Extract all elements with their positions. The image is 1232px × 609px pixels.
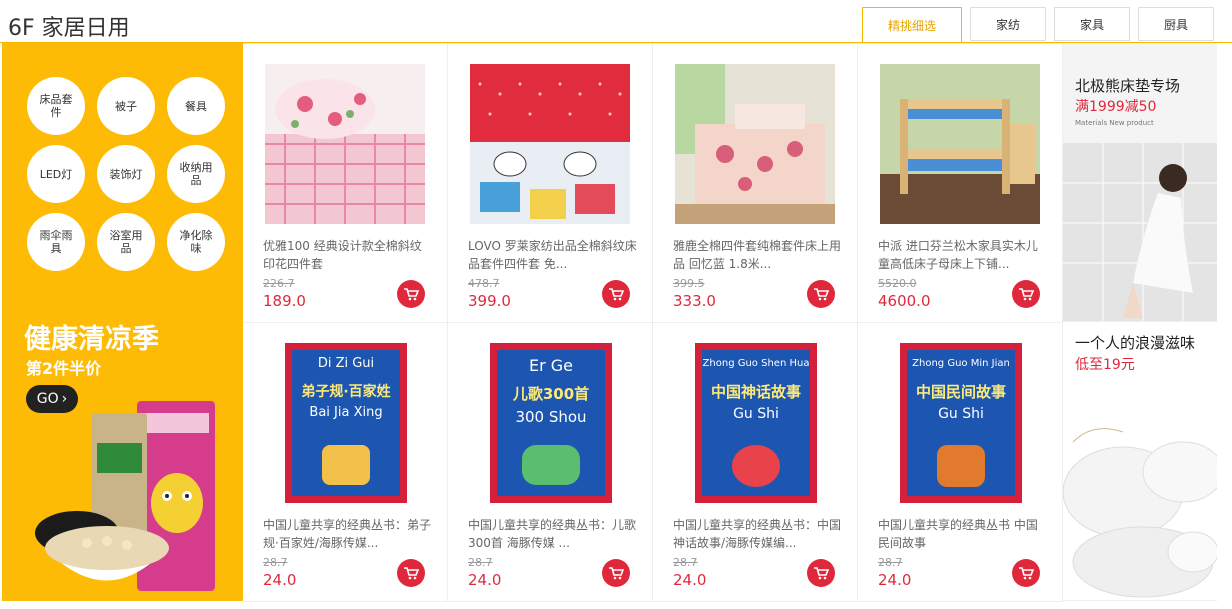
category-decor-lights[interactable]: 装饰灯 [97, 145, 155, 203]
product-card[interactable]: 优雅100 经典设计款全棉斜纹印花四件套 226.7 189.0 [243, 44, 448, 323]
product-description[interactable]: 中派 进口芬兰松木家具实木儿童高低床子母床上下铺... [878, 237, 1048, 273]
product-description[interactable]: 中国儿童共享的经典丛书：儿歌300首 海豚传媒 ... [468, 516, 638, 552]
tableware-image [1063, 428, 1217, 598]
product-card[interactable]: LOVO 罗莱家纺出品全棉斜纹床品套件四件套 免... 478.7 399.0 [448, 44, 653, 323]
original-price: 5520.0 [878, 277, 917, 290]
category-tableware[interactable]: 餐具 [167, 77, 225, 135]
book-title: 弟子规·百家姓 [301, 384, 391, 400]
right-ad-column: 北极熊床垫专场 满1999减50 Materials New product 一… [1063, 43, 1217, 601]
left-promo-panel: 床品套件 被子 餐具 LED灯 装饰灯 收纳用品 雨伞雨具 浴室用品 净化除味 … [2, 43, 243, 601]
floor-title: 6F 家居日用 [8, 16, 130, 41]
sale-price: 333.0 [673, 292, 716, 310]
promo-title: 健康清凉季 [24, 324, 159, 355]
category-storage[interactable]: 收纳用品 [167, 145, 225, 203]
cart-icon[interactable] [602, 280, 630, 308]
cart-icon[interactable] [602, 559, 630, 587]
category-umbrellas[interactable]: 雨伞雨具 [27, 213, 85, 271]
sale-price: 189.0 [263, 292, 306, 310]
bedding-floral-image [265, 64, 425, 224]
sale-price: 24.0 [673, 571, 707, 589]
ad-discount: 满1999减50 [1075, 99, 1157, 115]
product-description[interactable]: 中国儿童共享的经典丛书：弟子规·百家姓/海豚传媒... [263, 516, 433, 552]
book-illustration [732, 445, 780, 487]
category-tabs: 精挑细选 家纺 家具 厨具 [862, 7, 1214, 43]
cart-icon[interactable] [397, 280, 425, 308]
tab-kitchenware[interactable]: 厨具 [1138, 7, 1214, 41]
book-cover[interactable]: Di Zi Gui 弟子规·百家姓 Bai Jia Xing [285, 343, 407, 503]
product-image[interactable] [675, 64, 835, 224]
category-purifying[interactable]: 净化除味 [167, 213, 225, 271]
book-pinyin-top: Di Zi Gui [317, 356, 375, 371]
original-price: 399.5 [673, 277, 705, 290]
book-pinyin-bottom: 300 Shou [515, 408, 587, 426]
category-quilts[interactable]: 被子 [97, 77, 155, 135]
cart-icon[interactable] [397, 559, 425, 587]
ad-discount: 低至19元 [1075, 357, 1135, 373]
cart-icon[interactable] [807, 280, 835, 308]
book-title: 儿歌300首 [512, 385, 590, 403]
book-cover[interactable]: Er Ge 儿歌300首 300 Shou [490, 343, 612, 503]
book-pinyin-bottom: Gu Shi [938, 406, 984, 422]
book-pinyin-bottom: Gu Shi [733, 406, 779, 422]
grain-products-image[interactable] [27, 383, 227, 601]
cart-icon[interactable] [1012, 280, 1040, 308]
original-price: 28.7 [673, 556, 698, 569]
original-price: 28.7 [878, 556, 903, 569]
tab-furniture[interactable]: 家具 [1054, 7, 1130, 41]
book-pinyin-top: Er Ge [528, 356, 573, 375]
sale-price: 24.0 [878, 571, 912, 589]
sale-price: 399.0 [468, 292, 511, 310]
product-grid: 优雅100 经典设计款全棉斜纹印花四件套 226.7 189.0 LOVO 罗莱… [243, 43, 1063, 602]
product-card[interactable]: Zhong Guo Min Jian 中国民间故事 Gu Shi 中国儿童共享的… [858, 323, 1063, 602]
product-card[interactable]: Er Ge 儿歌300首 300 Shou 中国儿童共享的经典丛书：儿歌300首… [448, 323, 653, 602]
book-illustration [522, 445, 580, 485]
product-card[interactable]: 雅鹿全棉四件套纯棉套件床上用品 回忆蓝 1.8米... 399.5 333.0 [653, 44, 858, 323]
cart-icon[interactable] [1012, 559, 1040, 587]
ad-title: 北极熊床垫专场 [1075, 77, 1181, 95]
ad-mattress[interactable]: 北极熊床垫专场 满1999减50 Materials New product [1063, 43, 1217, 322]
product-card[interactable]: Di Zi Gui 弟子规·百家姓 Bai Jia Xing 中国儿童共享的经典… [243, 323, 448, 602]
product-image[interactable] [880, 64, 1040, 224]
product-description[interactable]: 中国儿童共享的经典丛书：中国神话故事/海豚传媒编... [673, 516, 843, 552]
category-links: 床品套件 被子 餐具 LED灯 装饰灯 收纳用品 雨伞雨具 浴室用品 净化除味 [27, 77, 227, 271]
original-price: 226.7 [263, 277, 295, 290]
product-description[interactable]: 中国儿童共享的经典丛书 中国民间故事 [878, 516, 1048, 552]
ad-note: Materials New product [1075, 119, 1154, 127]
book-cover[interactable]: Zhong Guo Min Jian 中国民间故事 Gu Shi [900, 343, 1022, 503]
original-price: 28.7 [468, 556, 493, 569]
book-cover[interactable]: Zhong Guo Shen Hua 中国神话故事 Gu Shi [695, 343, 817, 503]
product-description[interactable]: 优雅100 经典设计款全棉斜纹印花四件套 [263, 237, 433, 273]
category-led-lights[interactable]: LED灯 [27, 145, 85, 203]
book-pinyin-top: Zhong Guo Min Jian [912, 358, 1010, 369]
bunk-bed-image [880, 64, 1040, 224]
product-description[interactable]: 雅鹿全棉四件套纯棉套件床上用品 回忆蓝 1.8米... [673, 237, 843, 273]
product-image[interactable] [265, 64, 425, 224]
book-title: 中国民间故事 [915, 383, 1006, 401]
category-bathroom[interactable]: 浴室用品 [97, 213, 155, 271]
book-illustration [937, 445, 985, 487]
cart-icon[interactable] [807, 559, 835, 587]
ad-tableware[interactable]: 一个人的浪漫滋味 低至19元 [1063, 322, 1217, 601]
book-pinyin-top: Zhong Guo Shen Hua [702, 358, 810, 369]
product-card[interactable]: Zhong Guo Shen Hua 中国神话故事 Gu Shi 中国儿童共享的… [653, 323, 858, 602]
promo-subtitle: 第2件半价 [26, 359, 102, 378]
book-title: 中国神话故事 [710, 383, 801, 401]
sale-price: 24.0 [468, 571, 502, 589]
bedroom-set-image [675, 64, 835, 224]
bedding-cartoon-image [470, 64, 630, 224]
product-image[interactable] [470, 64, 630, 224]
original-price: 478.7 [468, 277, 500, 290]
book-illustration [322, 445, 370, 485]
mattress-model-image [1063, 143, 1217, 321]
book-pinyin-bottom: Bai Jia Xing [309, 405, 383, 420]
tab-textiles[interactable]: 家纺 [970, 7, 1046, 41]
sale-price: 4600.0 [878, 292, 931, 310]
sale-price: 24.0 [263, 571, 297, 589]
tab-featured[interactable]: 精挑细选 [862, 7, 962, 43]
product-description[interactable]: LOVO 罗莱家纺出品全棉斜纹床品套件四件套 免... [468, 237, 638, 273]
category-bedding-sets[interactable]: 床品套件 [27, 77, 85, 135]
product-card[interactable]: 中派 进口芬兰松木家具实木儿童高低床子母床上下铺... 5520.0 4600.… [858, 44, 1063, 323]
original-price: 28.7 [263, 556, 288, 569]
ad-title: 一个人的浪漫滋味 [1075, 334, 1196, 352]
